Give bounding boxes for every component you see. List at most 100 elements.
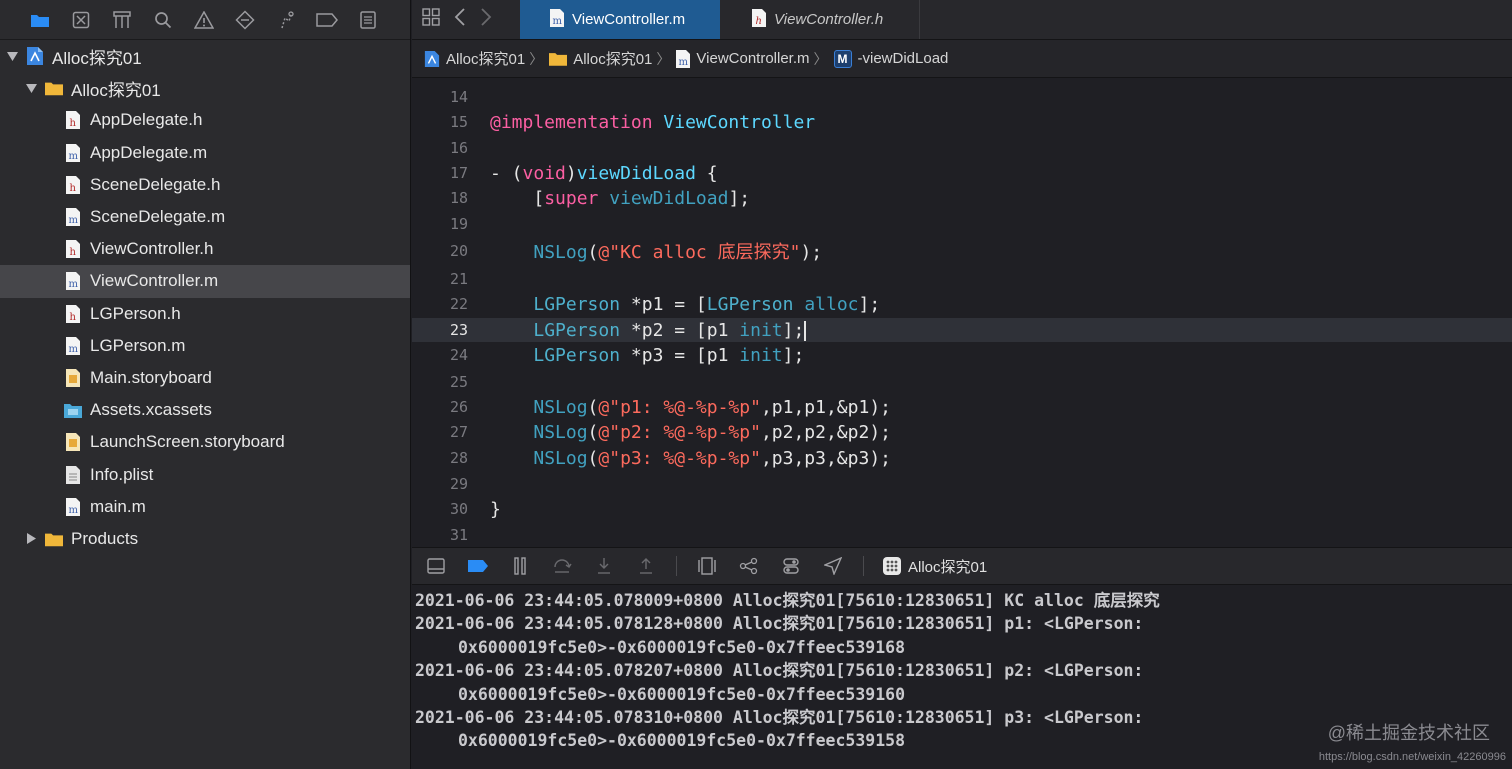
report-icon[interactable] [356, 8, 380, 32]
xcode-project-icon [26, 46, 44, 66]
pause-icon[interactable] [508, 554, 532, 578]
tab-label: ViewController.h [774, 11, 884, 28]
code-line: 19 [412, 212, 1512, 236]
watermark-url: https://blog.csdn.net/weixin_42260996 [1318, 751, 1506, 763]
step-over-icon[interactable] [550, 554, 574, 578]
m-file-icon: m [676, 49, 691, 68]
forward-icon[interactable] [480, 8, 492, 31]
console-line: 2021-06-06 23:44:05.078207+0800 Alloc探究0… [415, 661, 1144, 681]
hide-debug-area-icon[interactable] [424, 554, 448, 578]
debug-bar: Alloc探究01 [412, 547, 1512, 585]
back-icon[interactable] [454, 8, 466, 31]
m-file-icon: m [550, 8, 564, 31]
folder-icon [45, 529, 63, 549]
breadcrumb-method[interactable]: M -viewDidLoad [833, 49, 948, 68]
svg-text:h: h [70, 118, 77, 129]
line-number: 18 [449, 189, 468, 207]
h-file-icon: h [752, 8, 766, 31]
file-row[interactable]: h LGPerson.h [0, 298, 410, 330]
code-line: 21 [412, 267, 1512, 291]
file-name: SceneDelegate.h [90, 174, 221, 194]
chevron-right-icon: 〉 [529, 50, 544, 67]
search-icon[interactable] [151, 8, 175, 32]
file-name: Assets.xcassets [90, 400, 212, 420]
products-row[interactable]: Products [0, 523, 410, 555]
disclosure-open-icon[interactable] [25, 82, 37, 94]
svg-text:h: h [756, 16, 762, 27]
source-control-icon[interactable] [69, 8, 93, 32]
file-row[interactable]: h SceneDelegate.h [0, 169, 410, 201]
folder-icon[interactable] [28, 8, 52, 32]
file-name: LGPerson.h [90, 303, 181, 323]
file-name: main.m [90, 496, 146, 516]
file-name: LGPerson.m [90, 335, 186, 355]
method-icon: M [833, 49, 852, 68]
line-number: 19 [449, 215, 468, 233]
warning-icon[interactable] [192, 8, 216, 32]
chevron-right-icon: 〉 [813, 50, 828, 67]
code-line: 14 [412, 85, 1512, 109]
tab-viewcontroller-m[interactable]: m ViewController.m [520, 0, 720, 39]
line-number: 22 [449, 295, 468, 313]
simulate-location-icon[interactable] [821, 554, 845, 578]
chevron-right-icon: 〉 [656, 50, 671, 67]
memory-graph-icon[interactable] [737, 554, 761, 578]
step-into-icon[interactable] [592, 554, 616, 578]
test-icon[interactable] [233, 8, 257, 32]
hierarchy-icon[interactable] [110, 8, 134, 32]
grid-icon[interactable] [422, 8, 440, 31]
assets-icon [64, 400, 82, 420]
breadcrumb-label: Alloc探究01 [573, 51, 653, 68]
disclosure-open-icon[interactable] [6, 50, 18, 62]
file-row[interactable]: m main.m [0, 491, 410, 523]
file-row[interactable]: LaunchScreen.storyboard [0, 426, 410, 458]
environment-overrides-icon[interactable] [779, 554, 803, 578]
file-list: h AppDelegate.h m AppDelegate.m h SceneDelega… [0, 104, 410, 522]
code-line: 17 - (void)viewDidLoad { [412, 161, 1512, 185]
file-row[interactable]: m SceneDelegate.m [0, 201, 410, 233]
line-number: 29 [449, 475, 468, 493]
step-out-icon[interactable] [634, 554, 658, 578]
file-row[interactable]: Main.storyboard [0, 362, 410, 394]
file-row[interactable]: h ViewController.h [0, 233, 410, 265]
line-number: 21 [449, 270, 468, 288]
breakpoints-toggle-icon[interactable] [466, 554, 490, 578]
line-number: 26 [449, 398, 468, 416]
code-line: 25 [412, 370, 1512, 394]
svg-text:m: m [69, 279, 79, 290]
tab-viewcontroller-h[interactable]: h ViewController.h [720, 0, 920, 39]
svg-text:h: h [70, 247, 77, 258]
watermark: @稀土掘金技术社区 [1327, 723, 1490, 743]
code-line-current: 23 LGPerson *p2 = [p1 init]; [412, 318, 1512, 342]
view-hierarchy-icon[interactable] [695, 554, 719, 578]
file-name: AppDelegate.h [90, 110, 203, 130]
group-row[interactable]: Alloc探究01 [0, 72, 410, 104]
breakpoint-icon[interactable] [315, 8, 339, 32]
code-line: 22 LGPerson *p1 = [LGPerson alloc]; [412, 292, 1512, 316]
products-label: Products [71, 528, 139, 548]
process-name: Alloc探究01 [908, 558, 988, 576]
code-line: 18 [super viewDidLoad]; [412, 186, 1512, 210]
svg-text:h: h [70, 183, 77, 194]
file-row[interactable]: Assets.xcassets [0, 394, 410, 426]
file-row[interactable]: m LGPerson.m [0, 330, 410, 362]
line-number: 24 [449, 346, 468, 364]
file-row[interactable]: h AppDelegate.h [0, 104, 410, 136]
code-line: 20 NSLog(@"KC alloc 底层探究"); [412, 239, 1512, 263]
breadcrumb-group[interactable]: Alloc探究01 [549, 48, 652, 69]
project-row[interactable]: Alloc探究01 [0, 40, 410, 72]
h-file-icon: h [64, 239, 82, 259]
file-row[interactable]: m ViewController.m [0, 265, 410, 298]
file-name: LaunchScreen.storyboard [90, 432, 285, 452]
code-line: 16 [412, 136, 1512, 160]
text-cursor [804, 320, 807, 341]
debug-icon[interactable] [274, 8, 298, 32]
line-number: 31 [449, 526, 468, 544]
disclosure-closed-icon[interactable] [25, 533, 37, 545]
process-selector[interactable]: Alloc探究01 [882, 556, 987, 577]
breadcrumb-project[interactable]: Alloc探究01 [424, 48, 525, 69]
breadcrumb-file[interactable]: m ViewController.m [676, 49, 810, 68]
file-row[interactable]: m AppDelegate.m [0, 137, 410, 169]
source-editor[interactable]: 14 15 @implementation ViewController 16 … [412, 79, 1512, 547]
file-row[interactable]: Info.plist [0, 458, 410, 490]
